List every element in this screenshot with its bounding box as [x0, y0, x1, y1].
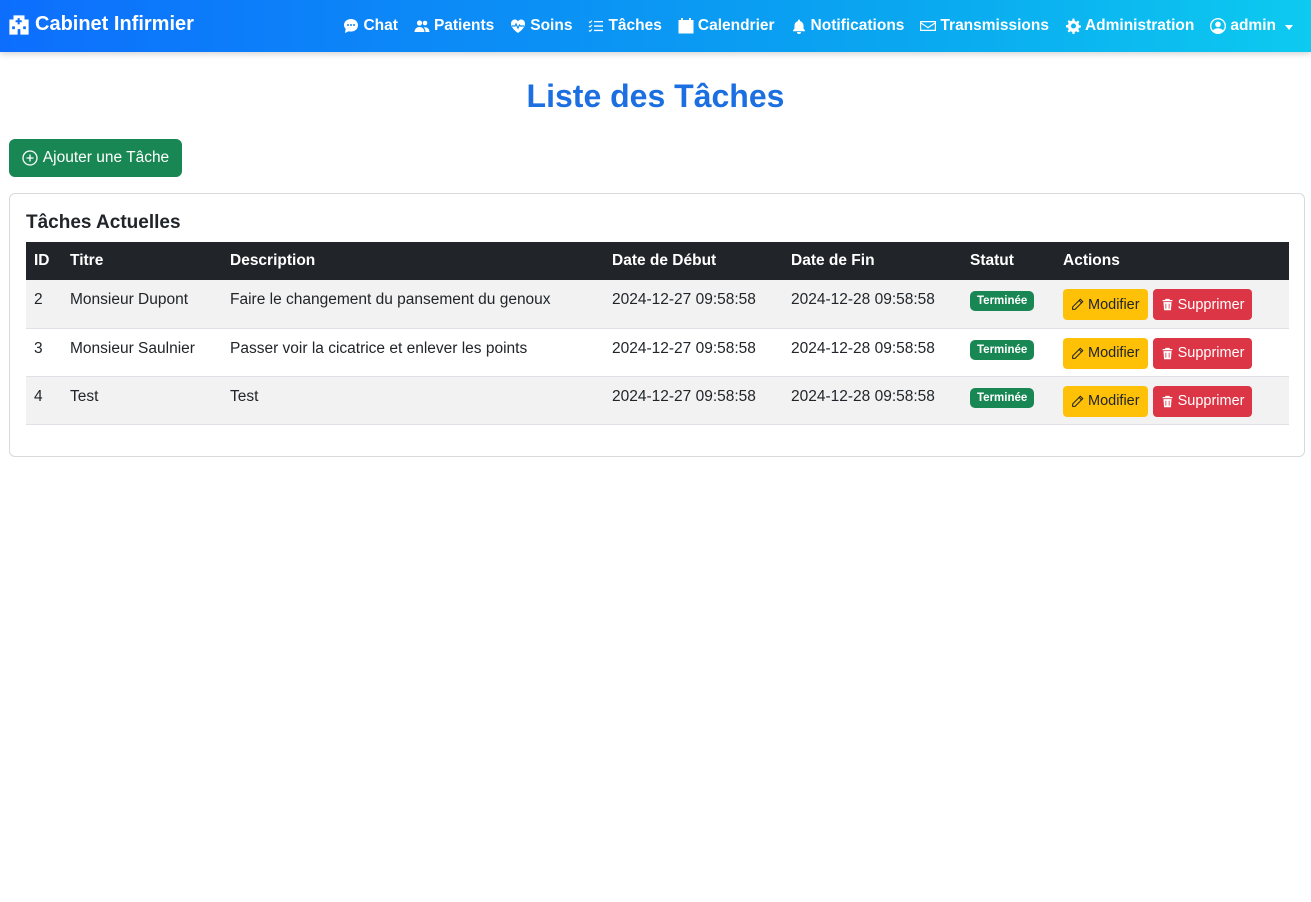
- nav-label-soins: Soins: [530, 17, 573, 34]
- pencil-icon: [1072, 346, 1084, 359]
- list-check-icon: [589, 20, 604, 33]
- nav-item-notifications[interactable]: Notifications: [791, 17, 905, 35]
- navbar: Cabinet Infirmier Chat Patients Soins Tâ…: [0, 0, 1311, 52]
- nav-label-taches: Tâches: [608, 17, 662, 34]
- cell-statut: Terminée: [962, 328, 1055, 376]
- cell-actions: Modifier Supprimer: [1055, 328, 1289, 376]
- nav-label-calendrier: Calendrier: [697, 17, 775, 34]
- edit-label: Modifier: [1088, 345, 1140, 361]
- status-badge: Terminée: [970, 387, 1035, 408]
- column-header-titre: Titre: [70, 252, 104, 269]
- user-menu-dropdown[interactable]: admin: [1210, 17, 1293, 35]
- column-header-date-debut: Date de Début: [612, 252, 717, 269]
- cell-date-debut: 2024-12-27 09:58:58: [612, 339, 756, 357]
- chevron-down-icon: [1285, 24, 1293, 30]
- cell-statut: Terminée: [962, 376, 1055, 424]
- gear-icon: [1065, 18, 1081, 34]
- cell-id: 3: [34, 339, 43, 357]
- delete-button[interactable]: Supprimer: [1152, 385, 1253, 417]
- cell-description: Faire le changement du pansement du geno…: [230, 291, 551, 308]
- column-header-statut: Statut: [970, 252, 1014, 269]
- chat-icon: [344, 19, 359, 33]
- heart-pulse-icon: [511, 19, 526, 33]
- column-header-date-fin: Date de Fin: [791, 252, 875, 269]
- column-header-id: ID: [34, 252, 50, 269]
- cell-id: 4: [34, 387, 43, 405]
- delete-label: Supprimer: [1177, 345, 1245, 361]
- edit-label: Modifier: [1088, 393, 1140, 409]
- people-icon: [414, 20, 430, 32]
- cell-date-fin: 2024-12-28 09:58:58: [791, 387, 935, 405]
- nav-label-transmissions: Transmissions: [940, 17, 1049, 34]
- cell-titre: Monsieur Dupont: [70, 291, 189, 308]
- user-circle-icon: [1210, 18, 1227, 34]
- page-title: Liste des Tâches: [526, 78, 785, 114]
- delete-button[interactable]: Supprimer: [1152, 289, 1253, 320]
- nav-item-patients[interactable]: Patients: [414, 17, 494, 35]
- tasks-table: ID Titre Description Date de Début Date …: [26, 242, 1289, 425]
- bell-icon: [792, 19, 805, 34]
- card-title: Tâches Actuelles: [26, 212, 181, 233]
- table-header-row: ID Titre Description Date de Début Date …: [26, 242, 1289, 280]
- cell-date-debut: 2024-12-27 09:58:58: [612, 387, 756, 405]
- nav-menu: Chat Patients Soins Tâches Calendrier No…: [327, 0, 1293, 52]
- trash-icon: [1162, 395, 1172, 407]
- edit-button[interactable]: Modifier: [1063, 337, 1148, 369]
- status-badge: Terminée: [970, 339, 1035, 360]
- cell-date-fin: 2024-12-28 09:58:58: [791, 291, 935, 308]
- column-header-actions: Actions: [1063, 252, 1120, 269]
- hospital-icon: [9, 14, 29, 35]
- brand-link[interactable]: Cabinet Infirmier: [8, 13, 194, 36]
- nav-item-transmissions[interactable]: Transmissions: [920, 17, 1049, 35]
- status-badge: Terminée: [970, 291, 1035, 311]
- nav-label-notifications: Notifications: [810, 17, 905, 34]
- delete-label: Supprimer: [1177, 393, 1245, 409]
- user-menu-label: admin: [1230, 17, 1276, 34]
- cell-id: 2: [34, 291, 43, 308]
- cell-date-debut: 2024-12-27 09:58:58: [612, 291, 756, 308]
- edit-button[interactable]: Modifier: [1063, 289, 1148, 320]
- edit-label: Modifier: [1088, 296, 1140, 313]
- brand-label: Cabinet Infirmier: [35, 13, 194, 35]
- nav-item-soins[interactable]: Soins: [510, 17, 572, 35]
- table-row: 4 Test Test 2024-12-27 09:58:58 2024-12-…: [26, 376, 1289, 424]
- trash-icon: [1162, 298, 1172, 311]
- cell-description: Passer voir la cicatrice et enlever les …: [230, 339, 528, 357]
- cell-titre: Test: [70, 387, 99, 405]
- nav-item-administration[interactable]: Administration: [1065, 17, 1194, 35]
- table-row: 2 Monsieur Dupont Faire le changement du…: [26, 280, 1289, 328]
- cell-actions: Modifier Supprimer: [1055, 280, 1289, 328]
- cell-statut: Terminée: [962, 280, 1055, 328]
- nav-item-chat[interactable]: Chat: [343, 17, 398, 35]
- table-row: 3 Monsieur Saulnier Passer voir la cicat…: [26, 328, 1289, 376]
- tasks-card: Tâches Actuelles ID Titre Description Da…: [9, 193, 1305, 457]
- cell-description: Test: [230, 387, 259, 405]
- nav-label-patients: Patients: [433, 17, 495, 34]
- cell-date-fin: 2024-12-28 09:58:58: [791, 339, 935, 357]
- delete-button[interactable]: Supprimer: [1152, 337, 1253, 369]
- nav-label-chat: Chat: [363, 17, 398, 34]
- add-task-label: Ajouter une Tâche: [42, 149, 170, 166]
- nav-label-administration: Administration: [1084, 17, 1195, 34]
- add-task-button[interactable]: Ajouter une Tâche: [9, 139, 182, 177]
- edit-button[interactable]: Modifier: [1063, 385, 1148, 417]
- pencil-icon: [1072, 298, 1084, 310]
- cell-actions: Modifier Supprimer: [1055, 376, 1289, 424]
- pencil-icon: [1072, 394, 1084, 407]
- nav-item-taches[interactable]: Tâches: [588, 17, 662, 35]
- cell-titre: Monsieur Saulnier: [70, 339, 195, 357]
- nav-item-calendrier[interactable]: Calendrier: [678, 17, 775, 35]
- delete-label: Supprimer: [1177, 296, 1245, 313]
- column-header-description: Description: [230, 252, 316, 269]
- calendar-icon: [678, 18, 694, 34]
- plus-circle-icon: [22, 150, 38, 166]
- envelope-icon: [920, 21, 937, 31]
- trash-icon: [1162, 347, 1172, 359]
